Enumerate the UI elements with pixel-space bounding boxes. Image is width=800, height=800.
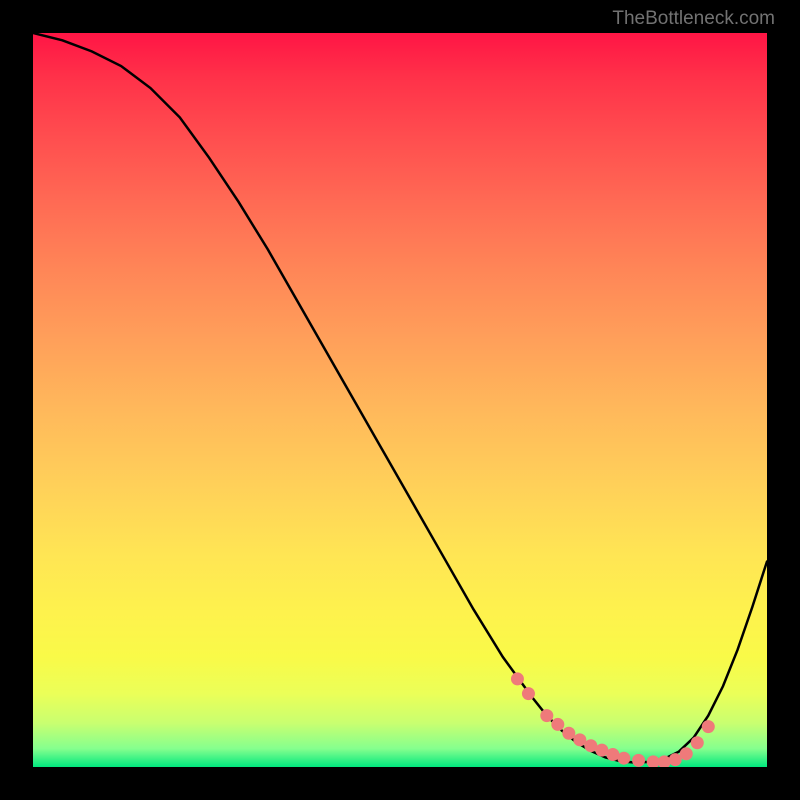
marker-point: [522, 687, 535, 700]
marker-point: [573, 733, 586, 746]
highlight-markers: [511, 672, 715, 767]
marker-point: [606, 748, 619, 761]
marker-point: [632, 754, 645, 767]
marker-point: [617, 752, 630, 765]
marker-point: [680, 747, 693, 760]
marker-point: [669, 753, 682, 766]
curve-line: [33, 33, 767, 763]
marker-point: [511, 672, 524, 685]
marker-point: [691, 736, 704, 749]
watermark-text: TheBottleneck.com: [612, 8, 775, 30]
marker-point: [551, 718, 564, 731]
chart-svg: [33, 33, 767, 767]
marker-point: [702, 720, 715, 733]
chart-container: TheBottleneck.com: [0, 0, 800, 800]
marker-point: [540, 709, 553, 722]
plot-area: [33, 33, 767, 767]
marker-point: [562, 727, 575, 740]
